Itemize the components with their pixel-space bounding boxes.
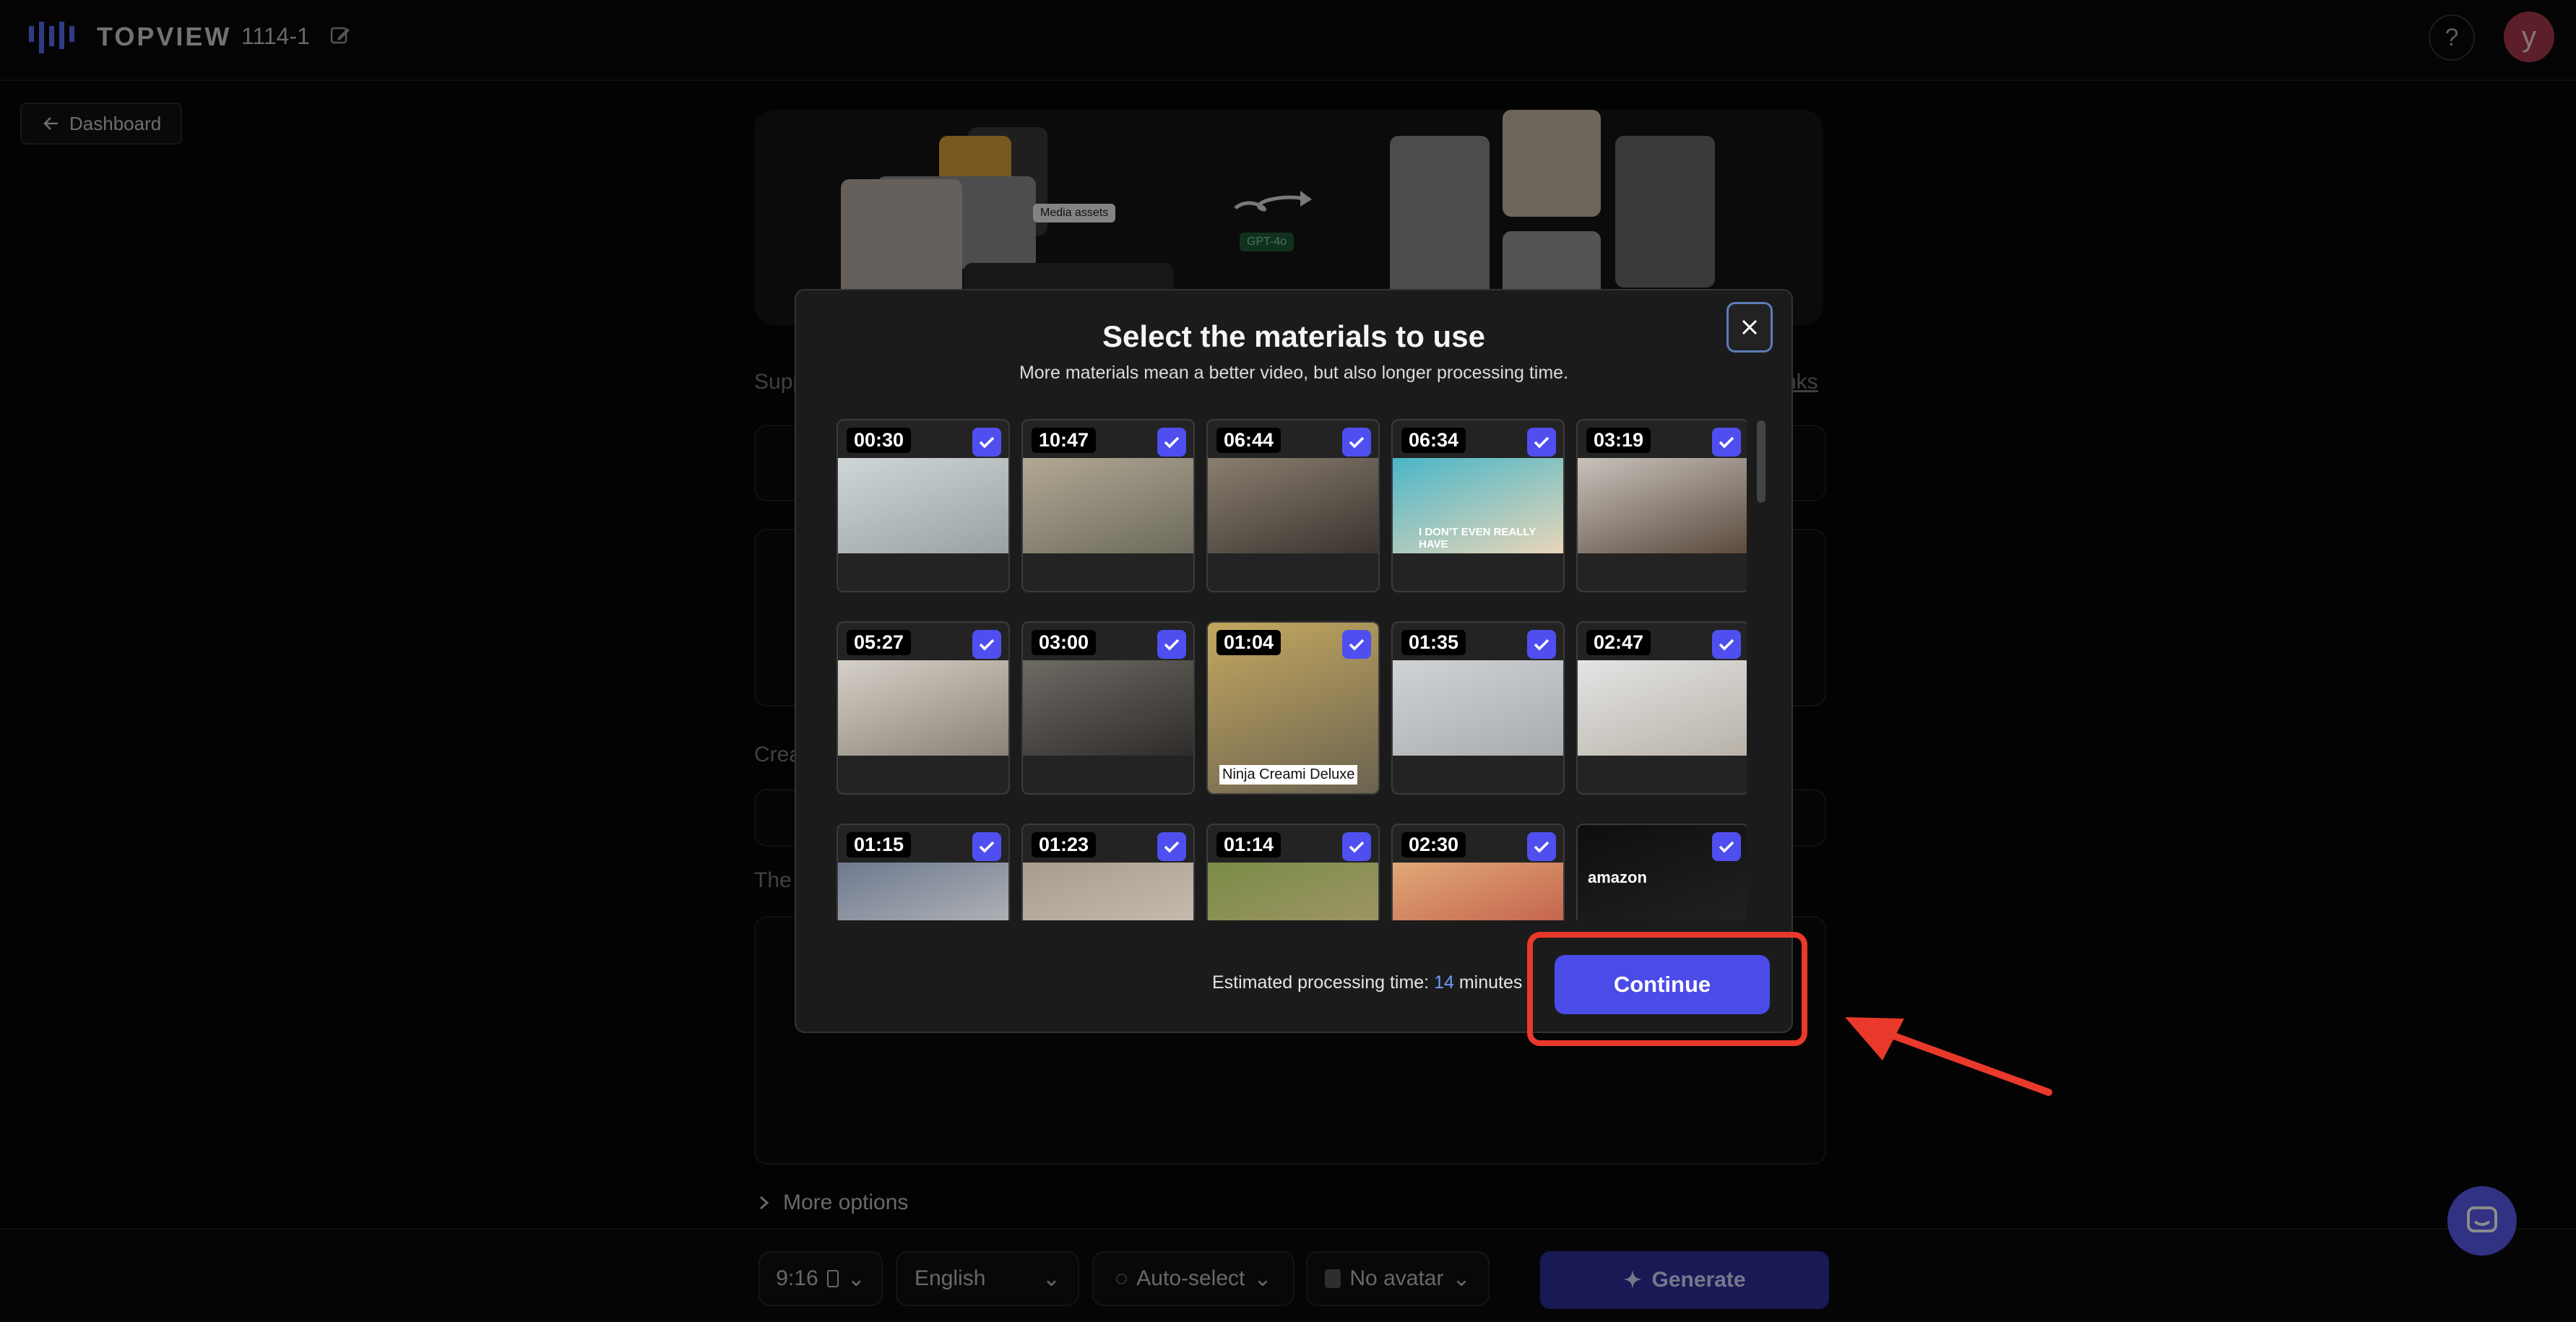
annotation-arrow-icon bbox=[1845, 1017, 2052, 1096]
material-duration: 03:19 bbox=[1586, 428, 1651, 453]
material-card[interactable]: 03:19 bbox=[1576, 419, 1747, 592]
continue-highlight-box bbox=[1527, 932, 1807, 1046]
material-duration: 01:23 bbox=[1032, 832, 1097, 857]
checkbox-checked-icon[interactable] bbox=[1527, 832, 1556, 861]
material-card[interactable]: 02:30 bbox=[1391, 824, 1565, 920]
checkbox-checked-icon[interactable] bbox=[972, 630, 1001, 659]
material-duration: 01:15 bbox=[847, 832, 912, 857]
material-caption: amazon bbox=[1588, 868, 1647, 886]
material-caption: I DON'T EVEN REALLY HAVE bbox=[1419, 526, 1536, 550]
material-thumbnail bbox=[1208, 458, 1378, 553]
close-icon bbox=[1742, 319, 1758, 335]
material-duration: 06:44 bbox=[1216, 428, 1281, 453]
checkbox-checked-icon[interactable] bbox=[1342, 428, 1371, 457]
estimate-suffix: minutes bbox=[1453, 972, 1523, 993]
material-thumbnail bbox=[1023, 458, 1193, 553]
checkbox-checked-icon[interactable] bbox=[1712, 832, 1741, 861]
material-card[interactable]: 10:47 bbox=[1021, 419, 1195, 592]
material-duration: 01:04 bbox=[1216, 630, 1281, 655]
material-thumbnail bbox=[838, 660, 1008, 756]
modal-title: Select the materials to use bbox=[1102, 319, 1485, 353]
material-card[interactable]: 01:35 bbox=[1391, 621, 1565, 795]
material-duration: 01:35 bbox=[1401, 630, 1466, 655]
material-card[interactable]: 01:15 bbox=[837, 824, 1010, 920]
material-card[interactable]: 03:00 bbox=[1021, 621, 1195, 795]
material-duration: 01:14 bbox=[1216, 832, 1281, 857]
material-thumbnail bbox=[1023, 660, 1193, 756]
material-duration: 10:47 bbox=[1032, 428, 1097, 453]
material-duration: 06:34 bbox=[1401, 428, 1466, 453]
material-thumbnail bbox=[838, 863, 1008, 920]
material-duration: 03:00 bbox=[1032, 630, 1097, 655]
checkbox-checked-icon[interactable] bbox=[1342, 832, 1371, 861]
material-thumbnail bbox=[1578, 458, 1747, 553]
material-duration: 02:47 bbox=[1586, 630, 1651, 655]
material-duration: 00:30 bbox=[847, 428, 912, 453]
checkbox-checked-icon[interactable] bbox=[1342, 630, 1371, 659]
material-card[interactable]: 05:27 bbox=[837, 621, 1010, 795]
material-thumbnail bbox=[1393, 863, 1563, 920]
material-thumbnail bbox=[1393, 660, 1563, 756]
material-thumbnail bbox=[1578, 660, 1747, 756]
checkbox-checked-icon[interactable] bbox=[972, 832, 1001, 861]
checkbox-checked-icon[interactable] bbox=[1712, 630, 1741, 659]
modal-subtitle: More materials mean a better video, but … bbox=[1019, 363, 1569, 383]
material-card[interactable]: 01:23 bbox=[1021, 824, 1195, 920]
material-thumbnail bbox=[1208, 863, 1378, 920]
material-card[interactable]: 00:30 bbox=[837, 419, 1010, 592]
checkbox-checked-icon[interactable] bbox=[1157, 832, 1186, 861]
material-thumbnail bbox=[838, 458, 1008, 553]
materials-grid: 00:30 10:47 06:44 I DON'T EVEN REALLY HAVE 0… bbox=[837, 419, 1747, 920]
material-card[interactable]: 01:14 bbox=[1206, 824, 1380, 920]
processing-estimate: Estimated processing time: 14 minutes bbox=[1212, 972, 1522, 993]
material-card[interactable]: I DON'T EVEN REALLY HAVE 06:34 bbox=[1391, 419, 1565, 592]
material-duration: 05:27 bbox=[847, 630, 912, 655]
grid-scrollbar[interactable] bbox=[1757, 420, 1765, 503]
checkbox-checked-icon[interactable] bbox=[1527, 630, 1556, 659]
checkbox-checked-icon[interactable] bbox=[972, 428, 1001, 457]
estimate-prefix: Estimated processing time: bbox=[1212, 972, 1435, 993]
checkbox-checked-icon[interactable] bbox=[1157, 630, 1186, 659]
material-duration: 02:30 bbox=[1401, 832, 1466, 857]
material-caption: Ninja Creami Deluxe bbox=[1219, 765, 1358, 785]
material-card[interactable]: 06:44 bbox=[1206, 419, 1380, 592]
close-button[interactable] bbox=[1726, 302, 1773, 353]
estimate-minutes: 14 bbox=[1434, 972, 1454, 993]
material-thumbnail bbox=[1023, 863, 1193, 920]
select-materials-modal: Select the materials to use More materia… bbox=[795, 289, 1793, 1033]
checkbox-checked-icon[interactable] bbox=[1157, 428, 1186, 457]
checkbox-checked-icon[interactable] bbox=[1527, 428, 1556, 457]
material-card[interactable]: 02:47 bbox=[1576, 621, 1747, 795]
material-card[interactable]: amazon bbox=[1576, 824, 1747, 920]
checkbox-checked-icon[interactable] bbox=[1712, 428, 1741, 457]
material-card[interactable]: Ninja Creami Deluxe 01:04 bbox=[1206, 621, 1380, 795]
